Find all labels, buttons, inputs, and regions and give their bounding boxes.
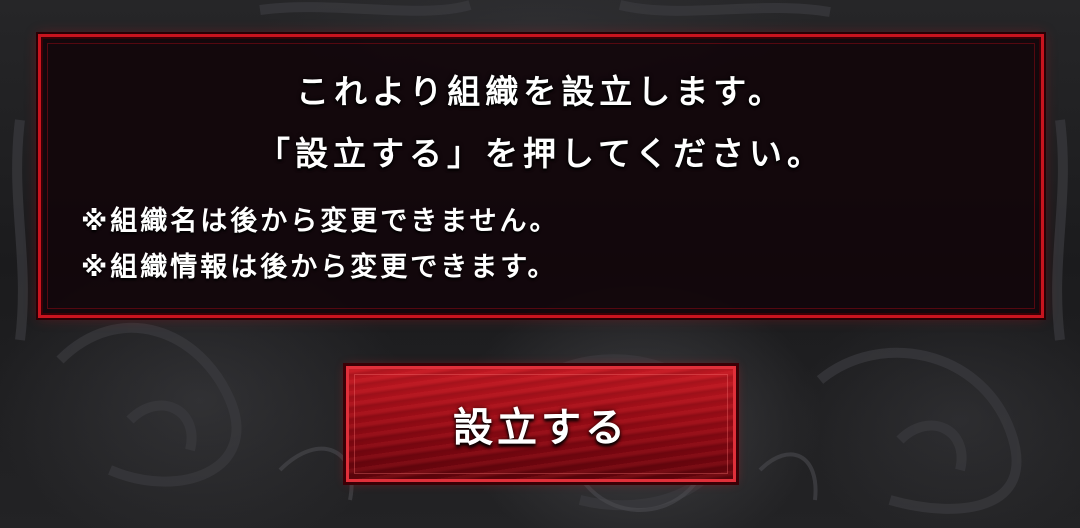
establish-button[interactable]: 設立する	[346, 366, 736, 482]
note-line-2: ※組織情報は後から変更できます。	[81, 252, 558, 283]
message-line-2: 「設立する」を押してください。	[256, 134, 826, 173]
message-panel: これより組織を設立します。 「設立する」を押してください。 ※組織名は後から変更…	[38, 34, 1044, 318]
establish-button-label: 設立する	[453, 405, 629, 451]
message-line-1: これより組織を設立します。	[295, 72, 787, 111]
note-line-1: ※組織名は後から変更できません。	[81, 206, 560, 237]
